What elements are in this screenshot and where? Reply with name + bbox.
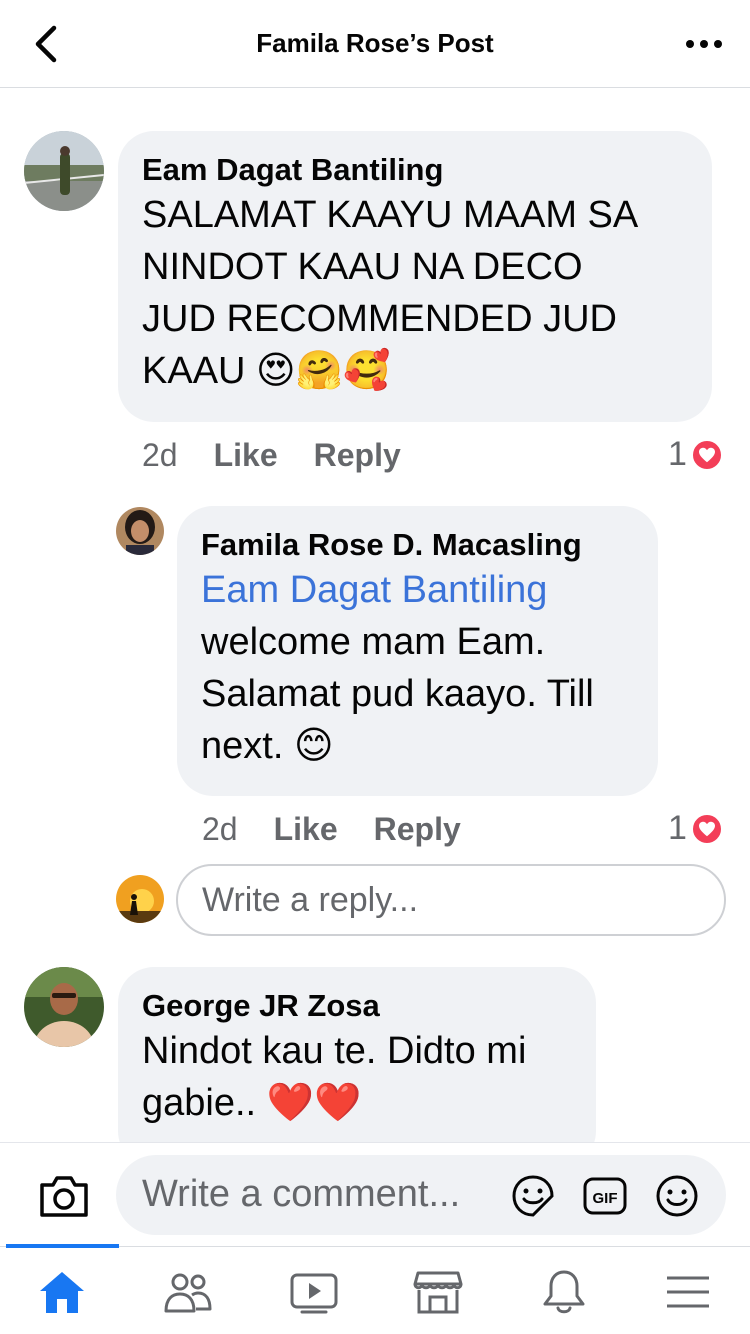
home-icon[interactable] [32,1267,92,1317]
comment-author[interactable]: George JR Zosa [142,987,572,1025]
watch-icon[interactable] [284,1267,344,1317]
active-tab-indicator [6,1244,119,1248]
notifications-bell-icon[interactable] [534,1267,594,1317]
comment-time: 2d [142,436,178,473]
like-button[interactable]: Like [214,437,278,474]
comment-composer: Write a comment... GIF [0,1142,750,1246]
comment-text: Nindot kau te. Didto mi gabie.. ❤️❤️ [142,1030,527,1124]
avatar-george[interactable] [24,967,104,1047]
comment-input-placeholder: Write a comment... [142,1173,461,1215]
comment-author[interactable]: Eam Dagat Bantiling [142,151,688,189]
comment-text: SALAMAT KAAYU MAAM SA NINDOT KAAU NA DEC… [142,194,639,392]
camera-icon[interactable] [38,1173,90,1219]
avatar-current-user [116,875,164,923]
reply-author[interactable]: Famila Rose D. Macasling [201,526,634,564]
bottom-tab-bar [0,1244,750,1334]
reaction-summary[interactable]: 1 [668,809,723,848]
reaction-summary[interactable]: 1 [668,435,723,474]
reaction-count: 1 [668,435,687,473]
friends-icon[interactable] [158,1267,218,1317]
comment-input[interactable]: Write a comment... GIF [116,1155,726,1235]
reply-bubble[interactable]: Famila Rose D. Macasling Eam Dagat Banti… [177,506,658,796]
reply-time: 2d [202,810,238,847]
page-title: Famila Rose’s Post [256,28,494,58]
reply-text: Eam Dagat Bantiling welcome mam Eam. Sal… [201,564,634,772]
heart-icon [690,438,723,471]
mention-link[interactable]: Eam Dagat Bantiling [201,564,634,616]
svg-text:GIF: GIF [593,1190,618,1207]
comment-bubble[interactable]: Eam Dagat Bantiling SALAMAT KAAYU MAAM S… [118,131,712,422]
avatar-famila[interactable] [116,507,164,555]
sticker-icon[interactable] [510,1173,556,1219]
reply-button[interactable]: Reply [314,437,401,474]
reply-button[interactable]: Reply [374,811,461,848]
reply-input[interactable]: Write a reply... [176,864,726,936]
reaction-count: 1 [668,809,687,847]
like-button[interactable]: Like [274,811,338,848]
marketplace-icon[interactable] [408,1267,468,1317]
reply-actions: 2d Like Reply [202,809,497,849]
gif-icon[interactable]: GIF [582,1173,628,1219]
comment-actions: 2d Like Reply [142,435,437,475]
reply-input-placeholder: Write a reply... [202,880,419,919]
avatar-eam[interactable] [24,131,104,211]
top-bar: Famila Rose’s Post [0,0,750,88]
more-options-icon[interactable] [682,28,726,60]
heart-icon [690,812,723,845]
menu-icon[interactable] [658,1267,718,1317]
comment-bubble[interactable]: George JR Zosa Nindot kau te. Didto mi g… [118,967,596,1167]
emoji-icon[interactable] [654,1173,700,1219]
